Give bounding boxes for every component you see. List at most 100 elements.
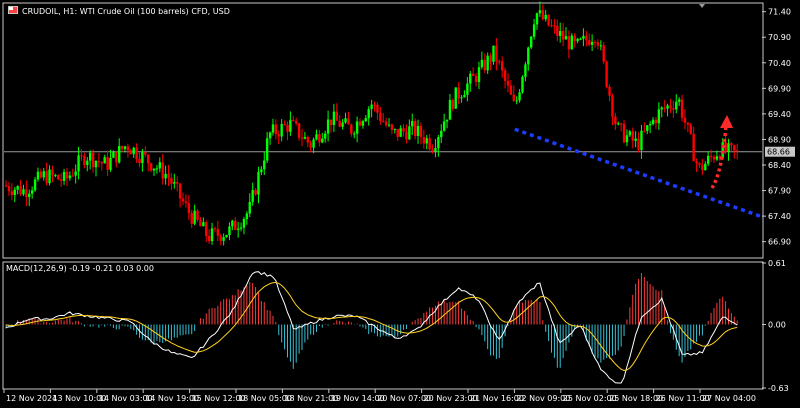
candle-body [338,120,341,127]
candle-body [512,94,515,101]
candle-body [120,146,124,150]
price-tick-label: 66.90 [768,238,791,247]
candle-body [344,118,347,123]
candle-body [62,171,66,181]
candle-body [735,150,739,152]
candle-body [559,31,562,36]
candle-body [190,213,193,224]
candle-body [173,182,176,184]
candle-body [538,10,542,14]
candle-body [45,171,48,184]
candle-body [706,155,710,164]
candle-body [196,210,199,220]
candle-body [605,61,608,87]
chart-window-icon[interactable] [8,6,18,14]
price-tick-label: 69.40 [768,110,791,119]
candle-body [625,135,629,143]
macd-label: MACD(12,26,9) -0.19 -0.21 0.03 0.00 [6,264,154,273]
candle-body [677,99,681,102]
price-tick-label: 67.90 [768,187,791,196]
candle-body [698,163,701,165]
candle-body [634,138,637,141]
candle-body [492,45,495,62]
candle-body [152,168,156,171]
candle-body [471,73,475,76]
candle-body [640,130,643,151]
candle-body [727,143,730,152]
candle-body [457,87,460,99]
candle-body [596,42,600,46]
candle-body [350,124,353,134]
candle-body [704,163,707,171]
candle-body [323,133,327,139]
candle-body [689,124,692,134]
time-tick-label: 12 Nov 2024 [6,394,57,403]
candle-body [675,101,678,110]
candle-body [318,134,321,143]
candle-body [239,227,243,229]
candle-body [22,189,25,195]
candle-body [51,169,54,176]
candle-body [657,109,661,124]
candle-body [498,61,501,63]
candle-body [422,136,426,144]
candle-body [419,126,423,137]
candle-body [28,193,31,198]
chart-canvas[interactable]: CRUDOIL, H1: WTI Crude Oil (100 barrels)… [0,0,800,408]
candle-body [306,136,309,143]
candle-body [184,201,188,204]
candle-body [248,201,251,214]
candle-body [405,131,408,140]
candle-body [7,186,11,192]
candle-body [535,13,539,25]
candle-body [709,155,713,157]
candle-body [463,94,466,98]
candle-body [370,104,373,110]
candle-body [358,121,362,126]
candle-body [474,75,478,83]
candle-body [495,45,498,62]
candle-body [500,61,504,71]
candle-body [527,47,530,65]
candle-body [390,124,394,130]
candle-body [431,149,434,152]
candle-body [199,219,202,227]
candle-body [544,14,547,20]
candle-body [16,186,19,190]
candle-body [13,189,16,195]
candle-body [730,143,733,146]
candle-body [187,203,191,214]
candle-body [33,179,37,191]
candle-body [115,151,118,163]
candle-body [553,25,556,27]
candle-body [277,134,280,137]
candle-body [619,123,623,125]
time-tick-label: 27 Nov 04:00 [702,394,756,403]
candle-body [486,55,489,71]
candle-body [68,175,72,179]
candle-body [437,137,440,149]
candle-body [367,109,370,119]
candle-body [289,119,292,132]
candle-body [416,126,420,136]
price-tick-label: 67.40 [768,212,791,221]
price-tick-label: 71.40 [768,8,791,17]
candle-body [231,220,234,227]
candle-body [251,189,254,202]
candle-body [213,228,217,230]
candle-body [100,162,103,164]
candle-body [216,228,220,236]
candle-body [460,97,463,99]
candle-body [59,179,63,181]
candle-body [329,119,333,125]
candle-body [712,156,716,160]
price-axis: 71.40 70.90 70.40 69.90 69.40 68.90 68.40 67.90… [762,8,791,247]
macd-tick-label: 0.61 [768,259,786,268]
candle-body [506,80,510,86]
candle-body [77,155,80,172]
candle-body [617,123,620,125]
candle-body [532,24,536,37]
candle-body [207,235,211,242]
candle-body [265,138,269,161]
candle-body [663,107,666,109]
